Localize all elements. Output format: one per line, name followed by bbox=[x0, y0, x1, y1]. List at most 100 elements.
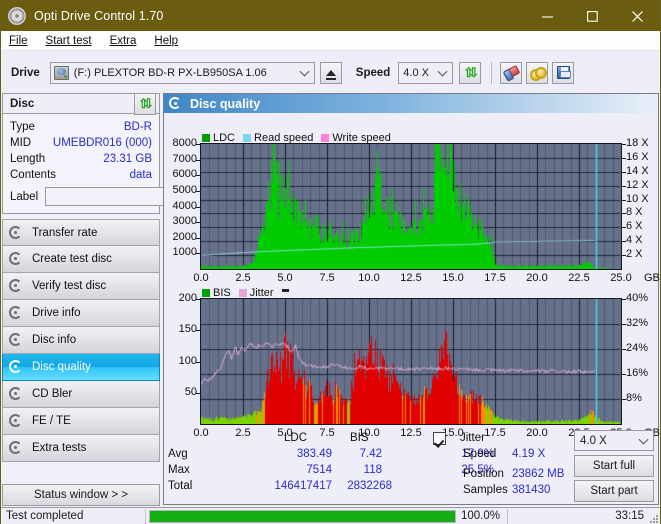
jitter-checkbox[interactable] bbox=[433, 432, 446, 445]
drive-label: Drive bbox=[11, 66, 40, 79]
sidebar-item-create-test-disc[interactable]: Create test disc bbox=[2, 246, 160, 273]
x-tick-label: 20.0 bbox=[526, 272, 548, 284]
y-tick-label: 200 bbox=[178, 292, 197, 304]
test-speed-select[interactable]: 4.0 X bbox=[574, 430, 654, 451]
y-tick-label: 100 bbox=[178, 354, 197, 367]
y-tick bbox=[196, 222, 200, 223]
disc-drive-icon bbox=[7, 305, 26, 321]
sidebar-item-label: Verify test disc bbox=[32, 280, 107, 292]
y-tick-label: 50 bbox=[184, 385, 197, 398]
menu-help-label: Help bbox=[154, 34, 179, 47]
speed-select[interactable]: 4.0 X bbox=[398, 61, 454, 84]
tools-button[interactable] bbox=[526, 61, 549, 84]
ldc-plot-area bbox=[200, 143, 622, 270]
sidebar-item-label: FE / TE bbox=[32, 415, 71, 427]
stats-col-ldc: LDC bbox=[284, 432, 308, 444]
y2-tick bbox=[622, 227, 626, 228]
sidebar-item-transfer-rate[interactable]: Transfer rate bbox=[2, 219, 160, 246]
y2-tick-label: 4 X bbox=[626, 234, 643, 247]
y2-tick-label: 24% bbox=[626, 342, 649, 354]
start-part-button[interactable]: Start part bbox=[574, 480, 654, 502]
legend-label-read-speed: Read speed bbox=[254, 132, 314, 144]
x-tick-label: 7.5 bbox=[319, 272, 335, 284]
sidebar-item-disc-quality[interactable]: Disc quality bbox=[2, 354, 160, 381]
sidebar-item-verify-test-disc[interactable]: Verify test disc bbox=[2, 273, 160, 300]
close-icon[interactable] bbox=[615, 1, 660, 31]
y2-tick-label: 10 X bbox=[626, 192, 649, 205]
stats-position-key: Position bbox=[463, 468, 504, 480]
window-title: Opti Drive Control 1.70 bbox=[34, 9, 164, 23]
disc-row-mid: MID UMEBDR016 (000) bbox=[10, 135, 152, 151]
y2-tick bbox=[622, 241, 626, 242]
disc-length-value: 23.31 GB bbox=[103, 153, 152, 165]
y2-tick bbox=[622, 144, 626, 145]
bis-plot-area bbox=[200, 298, 622, 425]
status-window-button[interactable]: Status window > > bbox=[2, 484, 160, 506]
eject-button[interactable] bbox=[319, 61, 342, 84]
stats-avg-ldc: 383.49 bbox=[296, 448, 332, 460]
disc-type-key: Type bbox=[10, 121, 35, 133]
disc-panel-header: Disc ⇧ ⇩ bbox=[2, 93, 160, 115]
disc-bler-icon bbox=[7, 386, 26, 402]
legend-swatch-bis bbox=[202, 289, 210, 297]
menu-extra[interactable]: Extra bbox=[110, 35, 137, 47]
x-tick-label: 15.0 bbox=[442, 272, 464, 284]
rescan-button[interactable]: ⇧ ⇩ bbox=[459, 61, 482, 84]
x-axis-unit-label: GB bbox=[644, 272, 660, 284]
disc-row-contents: Contents data bbox=[10, 167, 152, 183]
status-bar: Test completed 100.0% 33:15 bbox=[1, 507, 660, 524]
sidebar-item-disc-info[interactable]: Disc info bbox=[2, 327, 160, 354]
menu-help[interactable]: Help bbox=[154, 35, 178, 47]
save-button[interactable] bbox=[552, 61, 575, 84]
disc-info-icon bbox=[7, 332, 26, 348]
panel-header: Disc quality bbox=[164, 94, 658, 113]
y-tick bbox=[196, 362, 200, 363]
stats-max-ldc: 7514 bbox=[306, 464, 332, 476]
disc-type-value: BD-R bbox=[123, 121, 152, 133]
resize-grip-icon[interactable] bbox=[648, 513, 658, 523]
sidebar-item-extra-tests[interactable]: Extra tests bbox=[2, 435, 160, 462]
y-tick-label: 7000 bbox=[172, 152, 197, 165]
y2-tick bbox=[622, 349, 626, 350]
stats-position-value: 23862 MB bbox=[512, 468, 565, 480]
elapsed-time: 33:15 bbox=[615, 510, 644, 522]
y-tick bbox=[196, 393, 200, 394]
sidebar-item-label: Create test disc bbox=[32, 253, 112, 265]
legend-swatch-ldc bbox=[202, 134, 210, 142]
page-title: Disc quality bbox=[190, 96, 261, 111]
refresh-icon: ⇧ ⇩ bbox=[463, 64, 480, 80]
x-tick-label: 17.5 bbox=[484, 272, 506, 284]
progress-percent: 100.0% bbox=[461, 510, 501, 522]
y2-tick-label: 2 X bbox=[626, 248, 643, 261]
y2-tick bbox=[622, 158, 626, 159]
drive-select[interactable]: (F:) PLEXTOR BD-R PX-LB950SA 1.06 bbox=[49, 61, 315, 84]
chevron-down-icon bbox=[299, 66, 310, 77]
disc-transfer-icon bbox=[7, 225, 26, 241]
sidebar-item-cd-bler[interactable]: CD Bler bbox=[2, 381, 160, 408]
disc-refresh-button[interactable]: ⇧ ⇩ bbox=[134, 93, 156, 115]
menu-start-test[interactable]: Start test bbox=[46, 35, 92, 47]
floppy-save-icon bbox=[556, 66, 571, 79]
minimize-icon[interactable] bbox=[525, 1, 570, 31]
sidebar-item-fe-te[interactable]: FE / TE bbox=[2, 408, 160, 435]
disc-verify-icon bbox=[7, 278, 26, 294]
start-full-button[interactable]: Start full bbox=[574, 455, 654, 477]
sidebar-item-label: Transfer rate bbox=[32, 226, 98, 239]
y-tick-label: 8000 bbox=[172, 137, 197, 149]
erase-button[interactable] bbox=[500, 61, 523, 84]
menu-bar: File Start test Extra Help bbox=[1, 31, 660, 51]
disc-info-panel: Type BD-R MID UMEBDR016 (000) Length 23.… bbox=[2, 113, 246, 214]
toolbar-divider bbox=[491, 61, 493, 84]
y-tick bbox=[196, 191, 200, 192]
y-tick bbox=[196, 160, 200, 161]
legend-label-bis: BIS bbox=[213, 287, 231, 299]
sidebar-item-drive-info[interactable]: Drive info bbox=[2, 300, 160, 327]
y2-tick bbox=[622, 255, 626, 256]
disc-quality-icon bbox=[168, 96, 184, 111]
menu-file-label: File bbox=[9, 34, 28, 47]
bis-chart-legend: BIS Jitter bbox=[202, 287, 289, 299]
menu-file[interactable]: File bbox=[9, 35, 28, 47]
y-tick bbox=[196, 299, 200, 300]
legend-marker-icon bbox=[281, 288, 289, 292]
maximize-icon[interactable] bbox=[570, 1, 615, 31]
